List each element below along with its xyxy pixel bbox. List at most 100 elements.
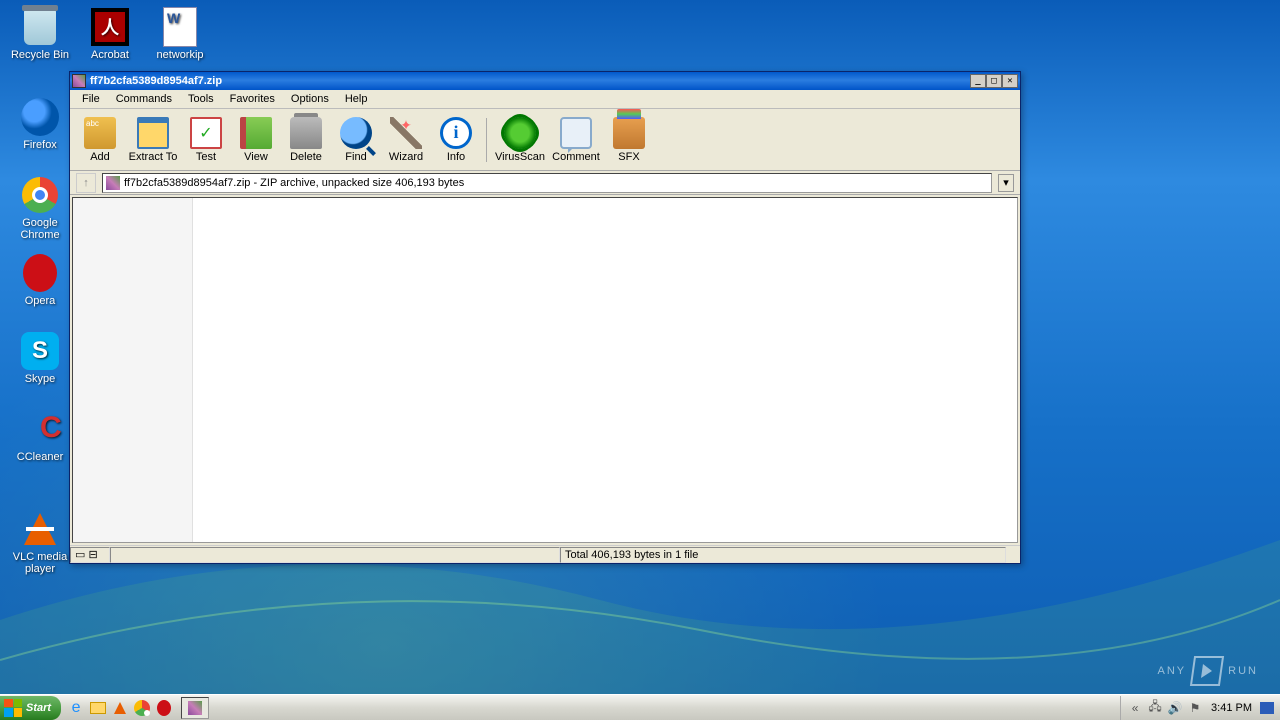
menu-commands[interactable]: Commands [108,91,180,107]
system-tray: « 🖧 🔊 ⚑ 3:41 PM [1120,696,1280,720]
chrome-label: Google Chrome [5,217,75,241]
wizard-button[interactable]: Wizard [382,112,430,168]
toolbar: Add Extract To Test View Delete Find Wiz… [70,109,1020,171]
info-button[interactable]: i Info [432,112,480,168]
address-dropdown[interactable]: ▾ [998,174,1014,192]
recycle-bin-label: Recycle Bin [11,49,69,61]
show-desktop-button[interactable] [1260,702,1274,714]
comment-button[interactable]: Comment [549,112,603,168]
opera-label: Opera [25,295,56,307]
wizard-icon [390,117,422,149]
desktop-icon-acrobat[interactable]: 人 Acrobat [75,5,145,75]
delete-icon [290,117,322,149]
sfx-button[interactable]: SFX [605,112,653,168]
chrome-icon [134,700,150,716]
file-list-tree-column [73,198,193,542]
desktop-icon-recycle-bin[interactable]: Recycle Bin [5,5,75,75]
play-icon [1190,656,1224,686]
up-button[interactable]: ↑ [76,173,96,193]
address-text: ff7b2cfa5389d8954af7.zip - ZIP archive, … [124,177,988,189]
skype-icon: S [21,332,59,370]
menu-help[interactable]: Help [337,91,376,107]
archive-icon [106,176,120,190]
adobe-icon: 人 [91,8,129,46]
info-label: Info [447,151,465,163]
view-button[interactable]: View [232,112,280,168]
sfx-icon [613,117,645,149]
desktop-icon-skype[interactable]: S Skype [5,329,75,399]
winrar-icon [72,74,86,88]
winrar-icon [188,701,202,715]
status-view-icons[interactable]: ▭ ⊟ [70,547,110,563]
menu-tools[interactable]: Tools [180,91,222,107]
tray-network-icon[interactable]: 🖧 [1147,700,1163,716]
find-icon [340,117,372,149]
minimize-button[interactable]: _ [970,74,986,88]
acrobat-label: Acrobat [91,49,129,61]
test-icon [190,117,222,149]
virus-label: VirusScan [495,151,545,163]
vlc-label: VLC media player [5,551,75,575]
titlebar[interactable]: ff7b2cfa5389d8954af7.zip _ □ ✕ [70,72,1020,90]
wizard-label: Wizard [389,151,423,163]
maximize-button[interactable]: □ [986,74,1002,88]
window-title: ff7b2cfa5389d8954af7.zip [90,75,970,87]
ql-chrome[interactable] [133,699,151,717]
ie-icon: e [72,699,81,717]
desktop-icon-chrome[interactable]: Google Chrome [5,173,75,243]
skype-label: Skype [25,373,56,385]
word-doc-icon [163,7,197,47]
windows-logo-icon [4,699,22,717]
test-button[interactable]: Test [182,112,230,168]
addressbar: ↑ ff7b2cfa5389d8954af7.zip - ZIP archive… [70,171,1020,195]
tray-expand[interactable]: « [1127,700,1143,716]
ql-explorer[interactable] [89,699,107,717]
desktop-icon-ccleaner[interactable]: CCleaner [5,407,75,477]
menubar: File Commands Tools Favorites Options He… [70,90,1020,109]
close-button[interactable]: ✕ [1002,74,1018,88]
winrar-window: ff7b2cfa5389d8954af7.zip _ □ ✕ File Comm… [69,71,1021,564]
file-list-area[interactable] [72,197,1018,543]
clock[interactable]: 3:41 PM [1207,702,1256,714]
menu-options[interactable]: Options [283,91,337,107]
watermark: ANY RUN [1158,656,1258,686]
comment-label: Comment [552,151,600,163]
tray-volume-icon[interactable]: 🔊 [1167,700,1183,716]
find-button[interactable]: Find [332,112,380,168]
watermark-text-a: ANY [1158,665,1187,677]
taskbar: Start e « 🖧 🔊 ⚑ 3:41 PM [0,694,1280,720]
vlc-icon [24,513,56,545]
test-label: Test [196,151,216,163]
comment-icon [560,117,592,149]
menu-file[interactable]: File [74,91,108,107]
extract-button[interactable]: Extract To [126,112,180,168]
tray-flag-icon[interactable]: ⚑ [1187,700,1203,716]
firefox-label: Firefox [23,139,57,151]
desktop-icon-opera[interactable]: Opera [5,251,75,321]
desktop-icon-firefox[interactable]: Firefox [5,95,75,165]
address-field[interactable]: ff7b2cfa5389d8954af7.zip - ZIP archive, … [102,173,992,193]
virus-icon [504,117,536,149]
ql-vlc[interactable] [111,699,129,717]
sfx-label: SFX [618,151,639,163]
extract-icon [137,117,169,149]
taskbar-item-winrar[interactable] [181,697,209,719]
delete-button[interactable]: Delete [282,112,330,168]
menu-favorites[interactable]: Favorites [222,91,283,107]
info-icon: i [440,117,472,149]
desktop-icon-networkip[interactable]: networkip [145,5,215,75]
statusbar: ▭ ⊟ Total 406,193 bytes in 1 file [70,545,1020,563]
start-button[interactable]: Start [0,696,61,720]
desktop-icon-vlc[interactable]: VLC media player [5,507,75,577]
status-total: Total 406,193 bytes in 1 file [560,547,1006,563]
networkip-label: networkip [156,49,203,61]
ccleaner-label: CCleaner [17,451,63,463]
add-button[interactable]: Add [76,112,124,168]
start-label: Start [26,702,51,714]
ql-ie[interactable]: e [67,699,85,717]
view-icon [240,117,272,149]
virusscan-button[interactable]: VirusScan [493,112,547,168]
ql-opera[interactable] [155,699,173,717]
view-label: View [244,151,268,163]
ccleaner-icon [22,411,58,447]
